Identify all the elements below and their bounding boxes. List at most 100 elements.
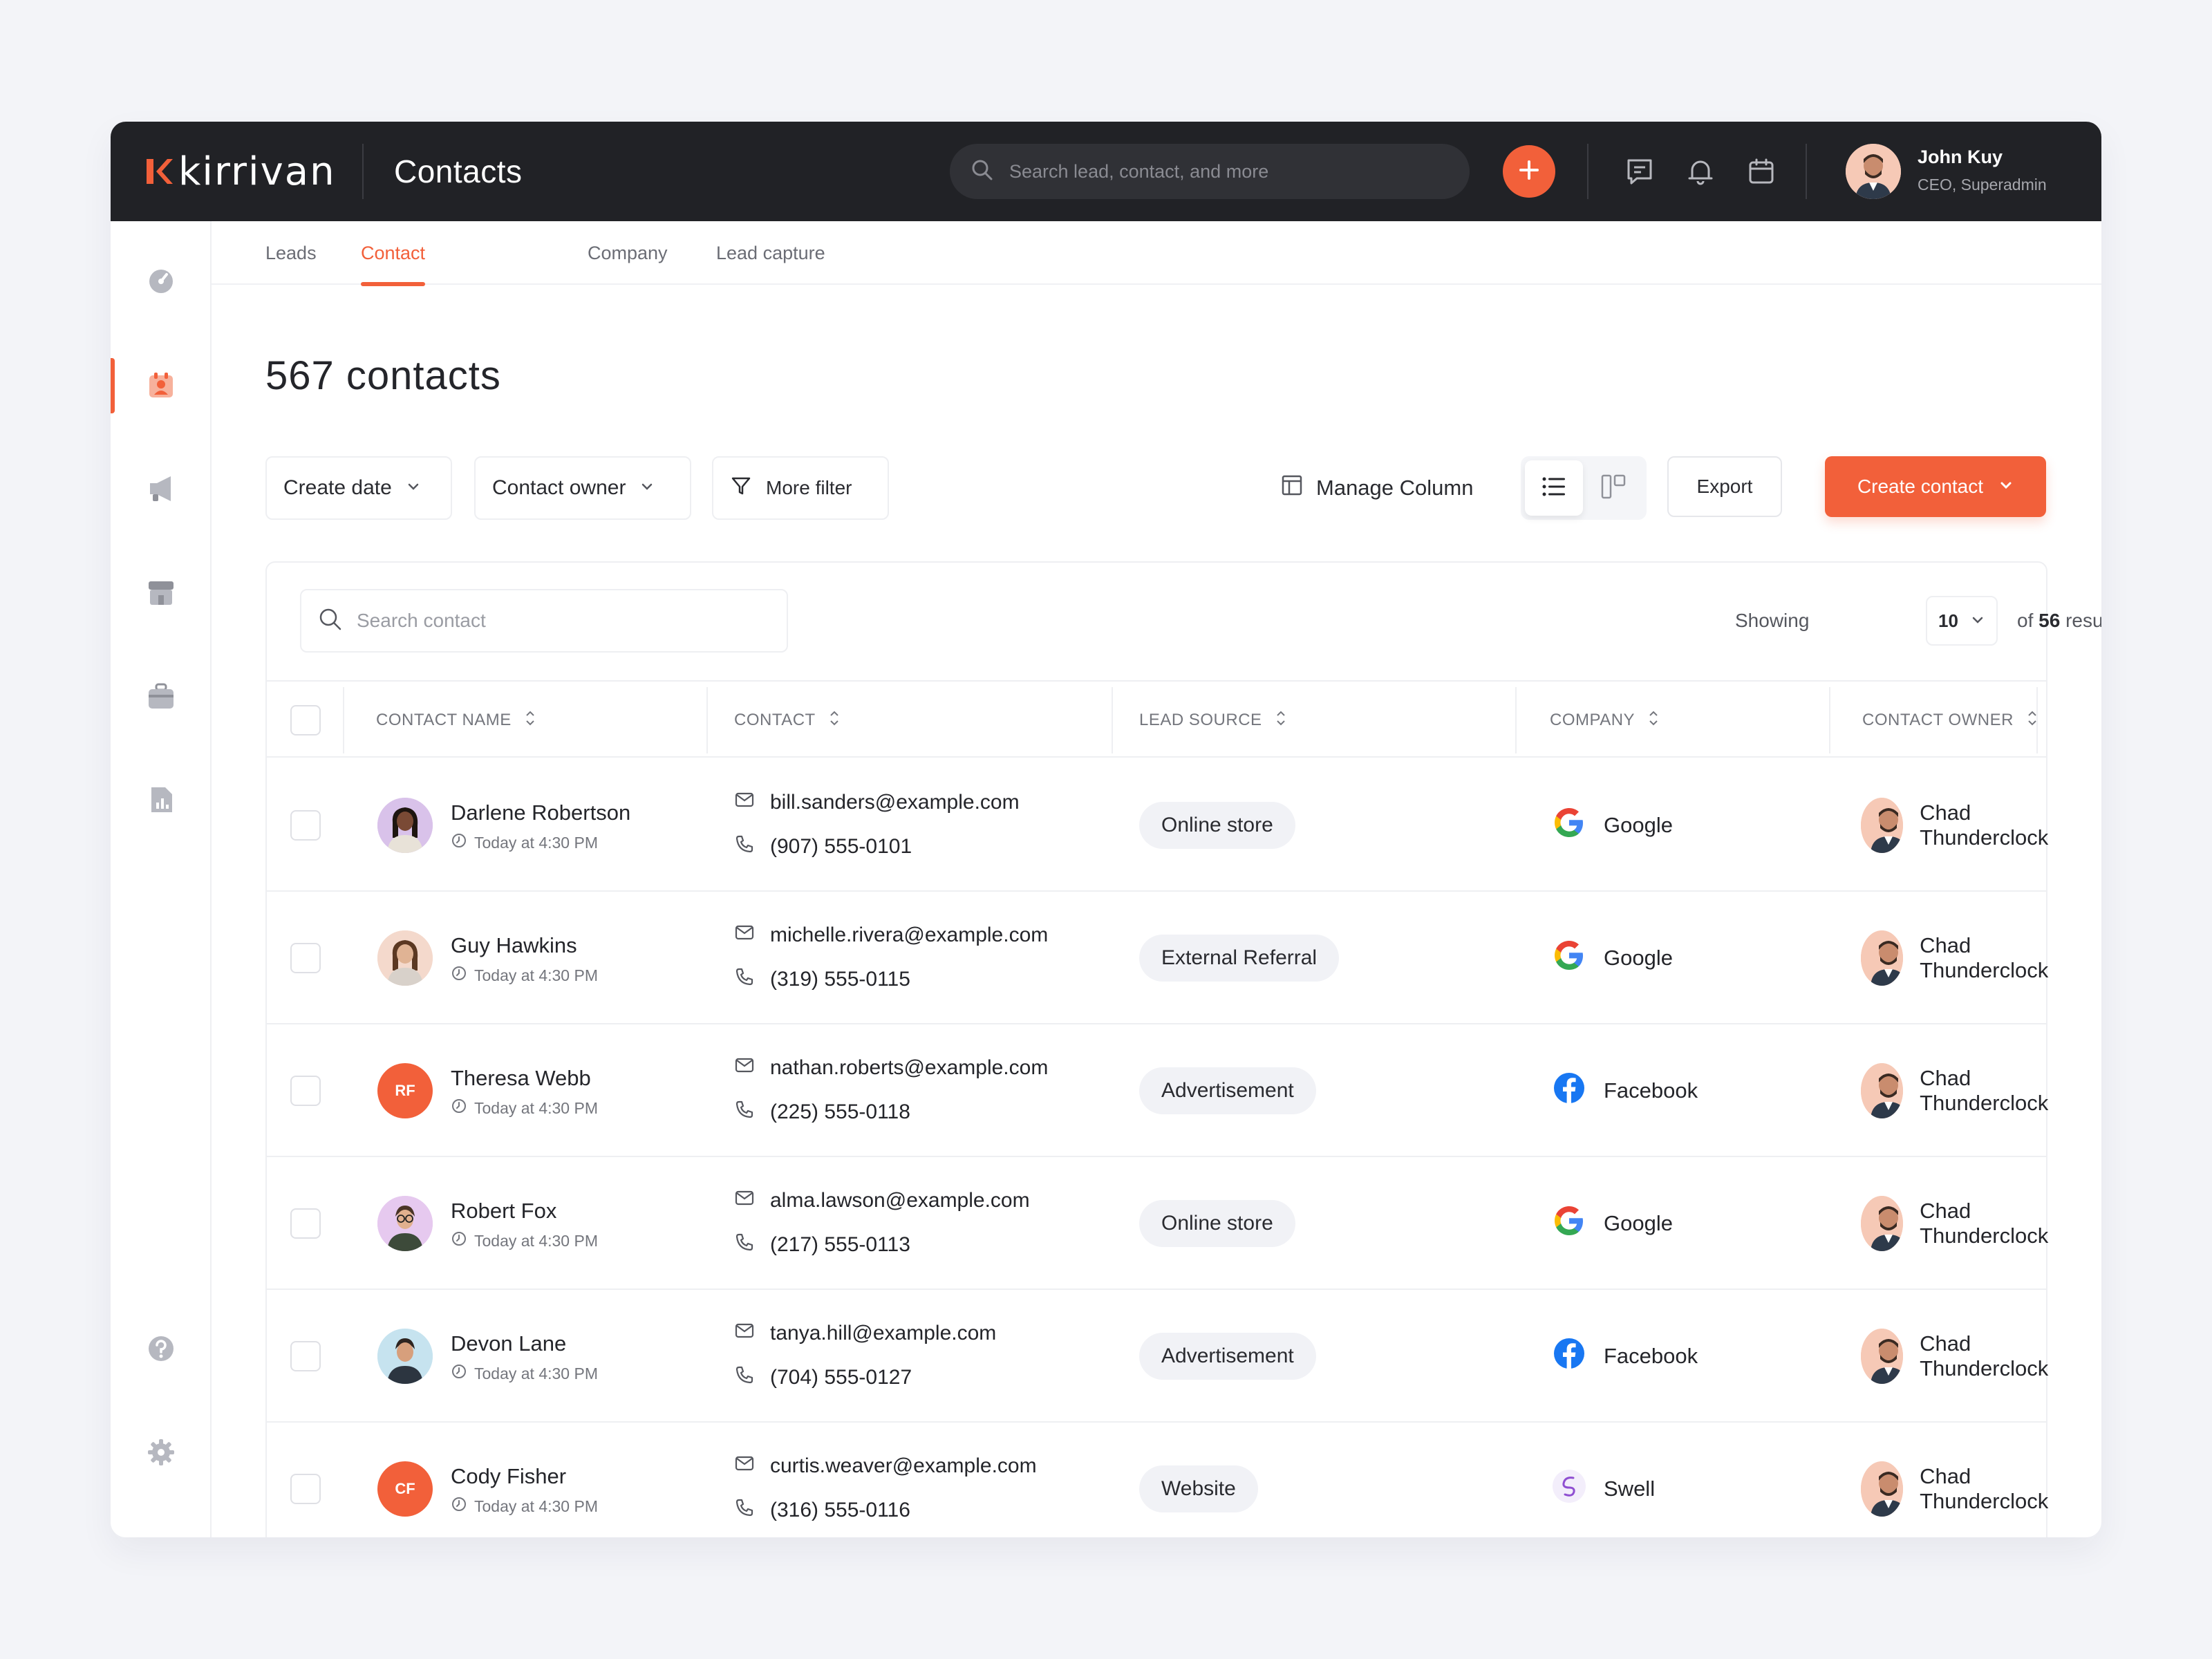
contact-name[interactable]: Theresa Webb: [451, 1066, 591, 1091]
contact-avatar: [377, 798, 433, 853]
owner-name: Chad Thunderclock: [1920, 1331, 2049, 1380]
table-row[interactable]: Guy Hawkins Today at 4:30 PM michelle.rive…: [267, 892, 2048, 1024]
row-checkbox[interactable]: [290, 1474, 321, 1504]
timestamp-text: Today at 4:30 PM: [474, 1497, 598, 1515]
calendar-icon[interactable]: [1743, 153, 1779, 189]
column-header-contact-name[interactable]: CONTACT NAME: [376, 682, 536, 759]
briefcase-icon[interactable]: [144, 679, 178, 713]
column-header-lead-source[interactable]: LEAD SOURCE: [1139, 682, 1287, 759]
tab-contact[interactable]: Contact: [361, 221, 426, 286]
contact-owner-cell[interactable]: Chad Thunderclock: [1861, 1196, 2061, 1251]
settings-gear-icon[interactable]: [144, 1435, 178, 1470]
tab-company[interactable]: Company: [588, 221, 668, 285]
funnel-icon: [730, 475, 752, 502]
contact-phone[interactable]: (225) 555-0118: [734, 1099, 910, 1125]
dashboard-icon[interactable]: [144, 264, 178, 299]
contact-avatar: CF: [377, 1461, 433, 1517]
create-contact-button[interactable]: Create contact: [1825, 456, 2046, 517]
column-label: CONTACT: [734, 711, 816, 729]
contact-email[interactable]: alma.lawson@example.com: [734, 1188, 1030, 1214]
contacts-icon[interactable]: [144, 368, 178, 402]
contact-phone[interactable]: (217) 555-0113: [734, 1232, 910, 1258]
contact-phone[interactable]: (316) 555-0116: [734, 1497, 910, 1524]
table-row[interactable]: Darlene Robertson Today at 4:30 PM bill.sa…: [267, 759, 2048, 892]
contact-email[interactable]: michelle.rivera@example.com: [734, 922, 1048, 948]
list-view-button[interactable]: [1525, 460, 1583, 516]
sort-icon: [1647, 709, 1660, 732]
contact-name[interactable]: Devon Lane: [451, 1331, 566, 1356]
table-row[interactable]: Devon Lane Today at 4:30 PM tanya.hill@exa…: [267, 1290, 2048, 1423]
contact-name[interactable]: Guy Hawkins: [451, 933, 577, 958]
search-placeholder: Search contact: [357, 610, 486, 631]
company-cell[interactable]: Swell: [1550, 1461, 1655, 1517]
table-row[interactable]: Robert Fox Today at 4:30 PM alma.lawson@ex…: [267, 1157, 2048, 1290]
contact-owner-cell[interactable]: Chad Thunderclock: [1861, 930, 2061, 986]
message-icon[interactable]: [1622, 153, 1658, 189]
page-size-select[interactable]: 10: [1926, 596, 1998, 646]
company-cell[interactable]: Facebook: [1550, 1063, 1698, 1118]
contact-phone[interactable]: (907) 555-0101: [734, 834, 912, 860]
contact-owner-cell[interactable]: Chad Thunderclock: [1861, 798, 2061, 853]
facebook-logo-icon: [1550, 1069, 1588, 1113]
create-date-filter[interactable]: Create date: [265, 456, 452, 520]
quick-add-button[interactable]: [1503, 145, 1555, 198]
contact-avatar: RF: [377, 1063, 433, 1118]
contact-phone[interactable]: (704) 555-0127: [734, 1365, 912, 1391]
phone-text: (217) 555-0113: [770, 1233, 910, 1256]
manage-column-label: Manage Column: [1316, 476, 1474, 500]
megaphone-icon[interactable]: [144, 471, 178, 506]
contact-owner-cell[interactable]: Chad Thunderclock: [1861, 1329, 2061, 1384]
contact-phone[interactable]: (319) 555-0115: [734, 966, 910, 993]
tab-lead-capture[interactable]: Lead capture: [716, 221, 825, 285]
column-header-company[interactable]: COMPANY: [1550, 682, 1660, 759]
column-header-contact-owner[interactable]: CONTACT OWNER: [1862, 682, 2038, 759]
column-label: CONTACT OWNER: [1862, 711, 2014, 729]
table-row[interactable]: RF Theresa Webb Today at 4:30 PM nathan.rob…: [267, 1024, 2048, 1157]
manage-column-button[interactable]: Manage Column: [1280, 465, 1473, 512]
more-filter-button[interactable]: More filter: [712, 456, 889, 520]
contact-name[interactable]: Robert Fox: [451, 1199, 556, 1224]
row-checkbox[interactable]: [290, 1076, 321, 1106]
contact-search-input[interactable]: Search contact: [300, 589, 788, 653]
contact-name[interactable]: Cody Fisher: [451, 1464, 566, 1489]
company-name: Google: [1604, 946, 1673, 970]
contact-owner-filter[interactable]: Contact owner: [474, 456, 691, 520]
help-icon[interactable]: [144, 1331, 178, 1366]
company-cell[interactable]: Google: [1550, 798, 1673, 853]
contact-email[interactable]: bill.sanders@example.com: [734, 789, 1020, 816]
column-separator: [343, 687, 344, 753]
select-all-checkbox[interactable]: [290, 682, 321, 759]
store-icon[interactable]: [144, 575, 178, 610]
phone-text: (319) 555-0115: [770, 968, 910, 991]
search-icon: [318, 607, 343, 635]
contact-owner-cell[interactable]: Chad Thunderclock: [1861, 1063, 2061, 1118]
company-cell[interactable]: Google: [1550, 1196, 1673, 1251]
contact-email[interactable]: nathan.roberts@example.com: [734, 1055, 1048, 1081]
contact-owner-cell[interactable]: Chad Thunderclock: [1861, 1461, 2061, 1517]
table-row[interactable]: CF Cody Fisher Today at 4:30 PM curtis.weav…: [267, 1423, 2048, 1537]
company-cell[interactable]: Google: [1550, 930, 1673, 986]
mail-icon: [734, 1320, 755, 1347]
brand-logo[interactable]: kirrivan: [144, 149, 336, 194]
column-label: LEAD SOURCE: [1139, 711, 1262, 729]
column-header-contact[interactable]: CONTACT: [734, 682, 841, 759]
clock-icon: [451, 832, 467, 853]
user-role: CEO, Superadmin: [1918, 176, 2047, 194]
board-view-button[interactable]: [1584, 460, 1642, 516]
contact-email[interactable]: curtis.weaver@example.com: [734, 1453, 1037, 1479]
google-logo-icon: [1550, 803, 1588, 847]
report-icon[interactable]: [144, 782, 178, 817]
row-checkbox[interactable]: [290, 810, 321, 841]
user-avatar[interactable]: [1846, 144, 1901, 199]
row-checkbox[interactable]: [290, 1341, 321, 1371]
bell-icon[interactable]: [1683, 153, 1718, 189]
row-checkbox[interactable]: [290, 1208, 321, 1239]
contact-email[interactable]: tanya.hill@example.com: [734, 1320, 996, 1347]
contact-avatar: [377, 1196, 433, 1251]
global-search-input[interactable]: Search lead, contact, and more: [950, 144, 1470, 199]
export-button[interactable]: Export: [1667, 456, 1782, 517]
tab-leads[interactable]: Leads: [265, 221, 317, 285]
company-cell[interactable]: Facebook: [1550, 1329, 1698, 1384]
row-checkbox[interactable]: [290, 943, 321, 973]
contact-name[interactable]: Darlene Robertson: [451, 800, 630, 825]
